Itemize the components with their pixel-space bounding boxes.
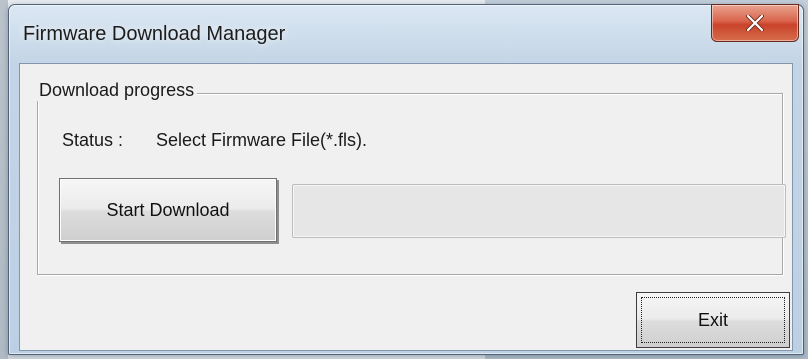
download-progress-bar — [292, 184, 786, 238]
title-bar[interactable]: Firmware Download Manager — [9, 4, 803, 71]
firmware-download-window: Firmware Download Manager Download progr… — [8, 4, 804, 355]
start-download-button[interactable]: Start Download — [59, 178, 277, 242]
close-icon — [746, 15, 764, 31]
focus-ring — [641, 297, 785, 343]
dialog-client-area: Download progress Status : Select Firmwa… — [19, 63, 793, 351]
close-button[interactable] — [711, 4, 799, 42]
group-legend: Download progress — [36, 80, 198, 101]
window-title: Firmware Download Manager — [23, 23, 286, 45]
exit-button[interactable]: Exit — [636, 292, 790, 348]
status-value: Select Firmware File(*.fls). — [156, 130, 368, 150]
status-label: Status : — [62, 130, 124, 150]
desktop-edge — [0, 0, 8, 359]
